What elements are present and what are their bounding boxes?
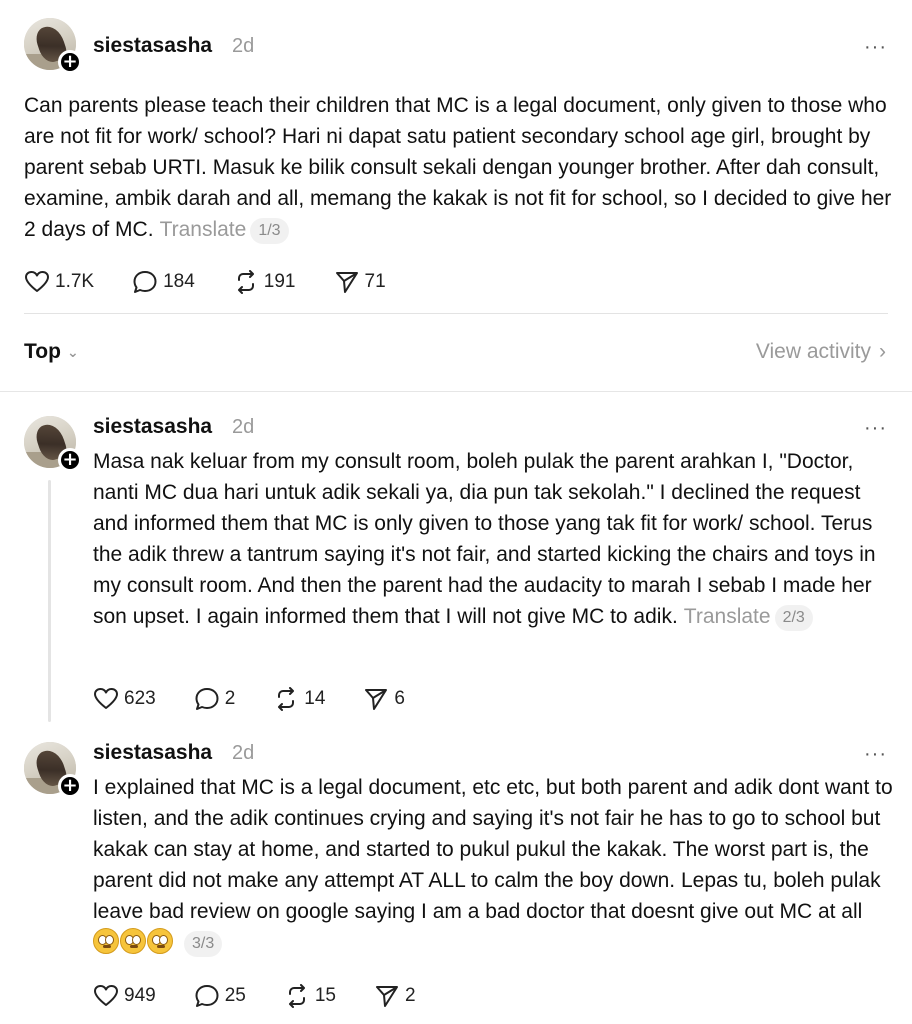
repost-button[interactable]: 15 xyxy=(284,984,336,1008)
post-time: 2d xyxy=(232,416,255,438)
post-actions: 1.7K 184 191 71 xyxy=(24,270,424,294)
share-button[interactable]: 71 xyxy=(334,270,386,294)
reply-count: 25 xyxy=(224,985,246,1006)
rolling-eyes-emoji-icon xyxy=(120,928,146,954)
share-count: 2 xyxy=(404,985,416,1006)
more-options-icon[interactable]: ··· xyxy=(864,418,887,438)
repost-count: 15 xyxy=(314,985,336,1006)
rolling-eyes-emoji-icon xyxy=(93,928,119,954)
send-icon xyxy=(365,689,388,710)
post-time: 2d xyxy=(232,35,255,57)
follow-plus-icon[interactable]: + xyxy=(58,50,82,74)
more-options-icon[interactable]: ··· xyxy=(864,37,887,57)
like-button[interactable]: 949 xyxy=(93,984,156,1008)
repost-icon xyxy=(237,270,254,294)
page-indicator: 2/3 xyxy=(774,605,813,631)
repost-icon xyxy=(288,984,305,1008)
repost-count: 14 xyxy=(304,688,326,709)
username[interactable]: siestasasha xyxy=(93,415,212,439)
send-icon xyxy=(335,272,358,293)
avatar[interactable]: + xyxy=(24,18,82,74)
chevron-right-icon: › xyxy=(879,340,886,363)
follow-plus-icon[interactable]: + xyxy=(58,774,82,798)
repost-icon xyxy=(278,687,295,711)
divider xyxy=(24,313,888,314)
post-actions: 949 25 15 2 xyxy=(93,984,454,1008)
view-activity-link[interactable]: View activity › xyxy=(756,340,886,364)
like-count: 1.7K xyxy=(55,271,95,292)
post-text: Masa nak keluar from my consult room, bo… xyxy=(93,446,893,632)
translate-link[interactable]: Translate xyxy=(684,605,771,628)
divider xyxy=(0,391,912,392)
reply-button[interactable]: 25 xyxy=(194,984,246,1008)
reply-button[interactable]: 2 xyxy=(194,687,236,711)
heart-icon xyxy=(94,985,118,1006)
sort-label: Top xyxy=(24,340,61,363)
repost-button[interactable]: 191 xyxy=(233,270,296,294)
share-count: 71 xyxy=(364,271,386,292)
avatar[interactable]: + xyxy=(24,416,82,472)
rolling-eyes-emoji-icon xyxy=(147,928,173,954)
like-count: 623 xyxy=(124,688,156,709)
chevron-down-icon: ⌄ xyxy=(66,343,79,360)
post-text: Can parents please teach their children … xyxy=(24,90,894,245)
repost-count: 191 xyxy=(263,271,296,292)
reply-count: 184 xyxy=(163,271,195,292)
heart-icon xyxy=(94,688,118,709)
post-time: 2d xyxy=(232,742,255,764)
send-icon xyxy=(375,986,398,1007)
post-body: Can parents please teach their children … xyxy=(24,94,892,241)
repost-button[interactable]: 14 xyxy=(273,687,325,711)
like-button[interactable]: 1.7K xyxy=(24,270,94,294)
page-indicator: 1/3 xyxy=(250,218,289,244)
comment-icon xyxy=(195,688,219,710)
share-button[interactable]: 2 xyxy=(374,984,416,1008)
like-count: 949 xyxy=(124,985,156,1006)
comment-icon xyxy=(133,271,157,293)
reply-count: 2 xyxy=(224,688,236,709)
reply-button[interactable]: 184 xyxy=(132,270,195,294)
username[interactable]: siestasasha xyxy=(93,741,212,765)
translate-link[interactable]: Translate xyxy=(160,218,247,241)
share-button[interactable]: 6 xyxy=(363,687,405,711)
view-activity-label: View activity xyxy=(755,340,871,363)
post-body: I explained that MC is a legal document,… xyxy=(93,776,893,923)
heart-icon xyxy=(25,271,49,292)
comment-icon xyxy=(195,985,219,1007)
avatar[interactable]: + xyxy=(24,742,82,798)
post-text: I explained that MC is a legal document,… xyxy=(93,772,893,958)
more-options-icon[interactable]: ··· xyxy=(864,744,887,764)
sort-dropdown[interactable]: Top ⌄ xyxy=(24,340,79,364)
post-actions: 623 2 14 6 xyxy=(93,687,443,711)
like-button[interactable]: 623 xyxy=(93,687,156,711)
thread-line xyxy=(48,480,51,722)
share-count: 6 xyxy=(394,688,405,709)
page-indicator: 3/3 xyxy=(184,931,223,957)
post-body: Masa nak keluar from my consult room, bo… xyxy=(93,450,876,628)
follow-plus-icon[interactable]: + xyxy=(58,448,82,472)
username[interactable]: siestasasha xyxy=(93,34,212,58)
